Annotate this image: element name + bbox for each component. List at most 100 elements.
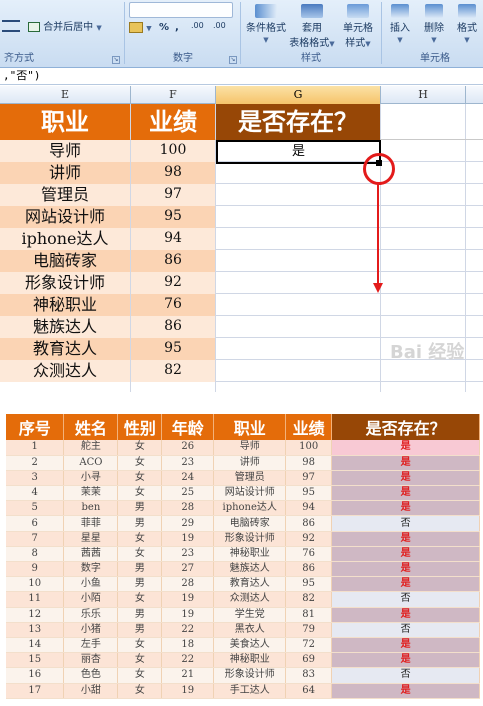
cell-score[interactable]: 95 — [131, 338, 215, 360]
table-cell[interactable]: 13 — [6, 622, 65, 638]
table-cell[interactable]: 98 — [285, 455, 333, 471]
table-cell[interactable]: 茜茜 — [63, 546, 119, 563]
table-cell[interactable]: 26 — [161, 440, 215, 456]
table-cell[interactable]: 小猪 — [63, 622, 119, 638]
accounting-format-button[interactable]: ▼ — [129, 22, 152, 34]
result-cell[interactable]: 是 — [331, 683, 480, 699]
table-cell[interactable]: 星星 — [63, 531, 119, 547]
table-cell[interactable]: 形象设计师 — [213, 667, 287, 684]
number-format-select[interactable] — [129, 2, 233, 18]
cell-score[interactable]: 97 — [131, 184, 215, 206]
cell-job[interactable]: 电脑砖家 — [0, 250, 130, 272]
table-cell[interactable]: 2 — [6, 455, 65, 471]
format-button[interactable]: 格式 ▼ — [454, 4, 480, 45]
column-header-e[interactable]: E — [0, 86, 131, 104]
table-cell[interactable]: 神秘职业 — [213, 546, 287, 563]
header-cell-exists[interactable]: 是否存在？ — [216, 104, 380, 140]
table-cell[interactable]: 男 — [117, 500, 163, 517]
conditional-format-button[interactable]: 条件格式 ▼ — [243, 4, 289, 45]
table-cell[interactable]: 女 — [117, 455, 163, 471]
result-cell[interactable]: 是 — [331, 561, 480, 578]
table-cell[interactable]: ACO — [63, 455, 119, 471]
column-header-h[interactable]: H — [381, 86, 466, 104]
table-cell[interactable]: 讲师 — [213, 455, 287, 471]
table-cell[interactable]: 95 — [285, 485, 333, 502]
result-cell[interactable]: 是 — [331, 455, 480, 471]
table-cell[interactable]: 5 — [6, 500, 65, 517]
table-cell[interactable]: 82 — [285, 591, 333, 608]
result-cell[interactable]: 否 — [331, 667, 480, 684]
table-cell[interactable]: 色色 — [63, 667, 119, 684]
table-cell[interactable]: 21 — [161, 667, 215, 684]
column-header-f[interactable]: F — [131, 86, 216, 104]
result-cell[interactable]: 否 — [331, 515, 480, 532]
cell-job[interactable]: iphone达人 — [0, 228, 130, 250]
table-cell[interactable]: 79 — [285, 622, 333, 638]
table-cell[interactable]: 1 — [6, 440, 65, 456]
result-cell[interactable]: 是 — [331, 500, 480, 517]
table-cell[interactable]: 乐乐 — [63, 607, 119, 623]
table-cell[interactable]: 神秘职业 — [213, 652, 287, 669]
percent-button[interactable]: % — [159, 22, 169, 33]
table-cell[interactable]: 86 — [285, 561, 333, 578]
table-cell[interactable]: 27 — [161, 561, 215, 578]
table-cell[interactable]: 女 — [117, 683, 163, 699]
table-cell[interactable]: 97 — [285, 470, 333, 487]
table-cell[interactable]: 3 — [6, 470, 65, 487]
result-cell[interactable]: 是 — [331, 470, 480, 487]
table-cell[interactable]: 69 — [285, 652, 333, 669]
table-cell[interactable]: 14 — [6, 637, 65, 654]
dialog-launcher-icon[interactable]: ↘ — [229, 56, 237, 64]
result-cell[interactable]: 是 — [331, 652, 480, 669]
table-cell[interactable]: 众测达人 — [213, 591, 287, 608]
table-cell[interactable]: 76 — [285, 546, 333, 563]
table-cell[interactable]: 女 — [117, 485, 163, 502]
table-cell[interactable]: 92 — [285, 531, 333, 547]
column-header-g[interactable]: G — [216, 86, 381, 104]
table-cell[interactable]: 教育达人 — [213, 576, 287, 593]
cell-styles-button[interactable]: 单元格 样式▼ — [337, 4, 379, 49]
cell-score[interactable]: 86 — [131, 316, 215, 338]
active-cell[interactable]: 是 — [216, 140, 381, 164]
table-cell[interactable]: 女 — [117, 637, 163, 654]
table-cell[interactable]: 19 — [161, 591, 215, 608]
table-cell[interactable]: 64 — [285, 683, 333, 699]
table-cell[interactable]: 72 — [285, 637, 333, 654]
result-cell[interactable]: 是 — [331, 607, 480, 623]
insert-button[interactable]: 插入 ▼ — [386, 4, 414, 45]
table-cell[interactable]: 81 — [285, 607, 333, 623]
table-cell[interactable]: 女 — [117, 470, 163, 487]
table-cell[interactable]: 舵主 — [63, 440, 119, 456]
result-cell[interactable]: 是 — [331, 576, 480, 593]
table-cell[interactable]: 女 — [117, 652, 163, 669]
table-cell[interactable]: 网站设计师 — [213, 485, 287, 502]
table-cell[interactable]: 导师 — [213, 440, 287, 456]
wrap-text-button[interactable] — [2, 20, 24, 32]
result-cell[interactable]: 否 — [331, 591, 480, 608]
table-cell[interactable]: 左手 — [63, 637, 119, 654]
table-cell[interactable]: 手工达人 — [213, 683, 287, 699]
table-cell[interactable]: 男 — [117, 561, 163, 578]
increase-decimal-button[interactable]: .00 — [191, 22, 204, 30]
comma-button[interactable]: , — [175, 22, 179, 33]
table-cell[interactable]: 94 — [285, 500, 333, 517]
cell-job[interactable]: 讲师 — [0, 162, 130, 184]
cell-score[interactable]: 100 — [131, 140, 215, 162]
table-cell[interactable]: 12 — [6, 607, 65, 623]
table-cell[interactable]: 15 — [6, 652, 65, 669]
merge-center-button[interactable]: 合并后居中 ▼ — [28, 18, 102, 33]
table-cell[interactable]: 女 — [117, 440, 163, 456]
table-cell[interactable]: 小鱼 — [63, 576, 119, 593]
table-cell[interactable]: 女 — [117, 591, 163, 608]
table-cell[interactable]: 19 — [161, 607, 215, 623]
table-cell[interactable]: ben — [63, 500, 119, 517]
table-cell[interactable]: 女 — [117, 531, 163, 547]
cell-job[interactable]: 神秘职业 — [0, 294, 130, 316]
cell-score[interactable]: 98 — [131, 162, 215, 184]
header-cell-job[interactable]: 职业 — [0, 104, 130, 140]
table-cell[interactable]: 22 — [161, 622, 215, 638]
table-cell[interactable]: 9 — [6, 561, 65, 578]
table-cell[interactable]: 男 — [117, 515, 163, 532]
cell-job[interactable]: 教育达人 — [0, 338, 130, 360]
result-cell[interactable]: 是 — [331, 531, 480, 547]
